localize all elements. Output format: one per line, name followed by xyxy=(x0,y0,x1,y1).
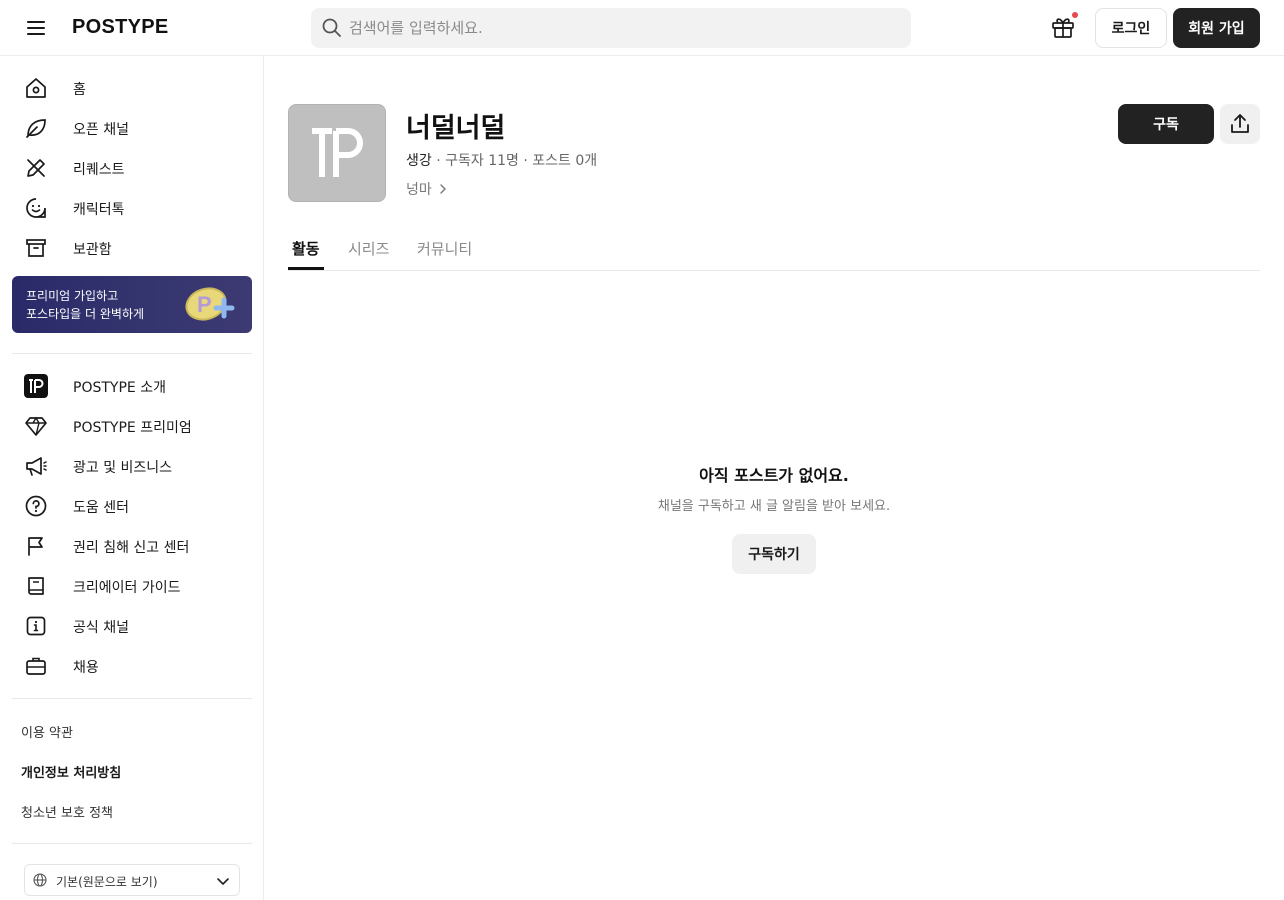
sidebar-item-open-channel[interactable]: 오픈 채널 xyxy=(12,108,252,148)
tabs-divider xyxy=(288,270,1260,271)
empty-subscribe-button[interactable]: 구독하기 xyxy=(732,534,816,574)
sidebar-item-label: 권리 침해 신고 센터 xyxy=(73,540,190,556)
channel-title: 너덜너덜 xyxy=(406,113,506,144)
sidebar-item-label: 보관함 xyxy=(73,242,112,258)
briefcase-icon xyxy=(26,657,46,675)
search-icon xyxy=(322,18,341,37)
sidebar-item-label: 채용 xyxy=(73,660,99,676)
sidebar-item-label: 크리에이터 가이드 xyxy=(73,580,181,596)
chevron-right-icon xyxy=(440,184,446,194)
empty-state-subtitle: 채널을 구독하고 새 글 알림을 받아 보세요. xyxy=(657,499,891,514)
notification-dot xyxy=(1072,12,1078,18)
premium-promo-banner[interactable]: 프리미엄 가입하고 포스타입을 더 완벽하게 P xyxy=(12,276,252,333)
sidebar-item-character-talk[interactable]: 캐릭터톡 xyxy=(12,188,252,228)
leaf-icon xyxy=(26,119,46,138)
channel-avatar xyxy=(288,104,386,202)
sidebar-item-label: 오픈 채널 xyxy=(73,122,129,138)
sidebar-item-label: 광고 및 비즈니스 xyxy=(73,460,173,476)
empty-state-title: 아직 포스트가 없어요. xyxy=(699,466,849,485)
sidebar-item-request[interactable]: 리퀘스트 xyxy=(12,148,252,188)
premium-coin-icon: P xyxy=(185,287,235,321)
postype-logo-icon xyxy=(24,374,48,398)
tab-community[interactable]: 커뮤니티 xyxy=(417,238,472,259)
sidebar-item-about[interactable]: POSTYPE 소개 xyxy=(12,366,252,406)
sidebar-item-label: 홈 xyxy=(73,82,86,98)
search-bar[interactable] xyxy=(311,8,911,48)
share-button[interactable] xyxy=(1220,104,1260,144)
pencil-ruler-icon xyxy=(27,159,45,177)
search-input[interactable] xyxy=(349,8,899,48)
diamond-icon xyxy=(25,416,47,436)
sidebar-item-label: 리퀘스트 xyxy=(73,162,125,178)
sidebar-item-creator-guide[interactable]: 크리에이터 가이드 xyxy=(12,566,252,606)
megaphone-icon xyxy=(26,457,47,476)
sidebar-item-help[interactable]: 도움 센터 xyxy=(12,486,252,526)
sidebar-item-label: 도움 센터 xyxy=(73,500,129,516)
share-upload-icon xyxy=(1231,114,1249,133)
sidebar-item-archive[interactable]: 보관함 xyxy=(12,228,252,268)
top-header: POSTYPE 로그인 회원 가입 xyxy=(0,0,1284,56)
sidebar-item-report[interactable]: 권리 침해 신고 센터 xyxy=(12,526,252,566)
channel-stats: · 구독자 11명 · 포스트 0개 xyxy=(431,153,598,169)
subscribe-button[interactable]: 구독 xyxy=(1118,104,1214,144)
language-select-value: 기본(원문으로 보기) xyxy=(56,875,158,889)
sidebar-item-ads[interactable]: 광고 및 비즈니스 xyxy=(12,446,252,486)
hamburger-menu-icon[interactable] xyxy=(24,16,48,40)
tab-activity[interactable]: 활동 xyxy=(292,238,320,259)
sidebar-divider xyxy=(12,698,252,699)
sidebar-item-premium[interactable]: POSTYPE 프리미엄 xyxy=(12,406,252,446)
sidebar-item-label: 공식 채널 xyxy=(73,620,129,636)
postype-logo[interactable]: POSTYPE xyxy=(72,16,169,39)
sidebar-item-label: POSTYPE 프리미엄 xyxy=(73,420,192,436)
channel-meta: 생강 · 구독자 11명 · 포스트 0개 xyxy=(406,150,597,170)
book-icon xyxy=(28,577,44,595)
smile-chat-icon xyxy=(26,198,46,218)
channel-link-label: 넝마 xyxy=(406,182,432,198)
sidebar-item-label: POSTYPE 소개 xyxy=(73,380,166,396)
channel-link[interactable]: 넝마 xyxy=(406,179,450,199)
sidebar-divider xyxy=(12,353,252,354)
signup-button[interactable]: 회원 가입 xyxy=(1173,8,1260,48)
sidebar-item-careers[interactable]: 채용 xyxy=(12,646,252,686)
tab-series[interactable]: 시리즈 xyxy=(348,238,389,259)
info-square-icon xyxy=(26,616,46,636)
postype-logo-icon xyxy=(312,128,363,177)
terms-link[interactable]: 이용 약관 xyxy=(21,722,73,741)
flag-icon xyxy=(28,537,43,556)
sidebar-item-home[interactable]: 홈 xyxy=(12,68,252,108)
sidebar-item-official-channel[interactable]: 공식 채널 xyxy=(12,606,252,646)
home-icon xyxy=(26,78,46,98)
svg-text:P: P xyxy=(197,292,212,317)
channel-owner[interactable]: 생강 xyxy=(406,153,432,169)
sidebar-divider xyxy=(12,843,252,844)
sidebar: 홈 오픈 채널 리퀘스트 캐릭터톡 보관함 프리미엄 가입하고 포스타입을 더 … xyxy=(0,56,264,900)
sidebar-item-label: 캐릭터톡 xyxy=(73,202,125,218)
promo-line-2: 포스타입을 더 완벽하게 xyxy=(26,307,145,321)
promo-line-1: 프리미엄 가입하고 xyxy=(26,289,119,303)
chevron-down-icon xyxy=(217,878,229,885)
login-button[interactable]: 로그인 xyxy=(1095,8,1167,48)
youth-protection-link[interactable]: 청소년 보호 정책 xyxy=(21,802,113,821)
privacy-policy-link[interactable]: 개인정보 처리방침 xyxy=(21,762,121,781)
archive-box-icon xyxy=(26,239,46,257)
gift-icon[interactable] xyxy=(1050,12,1078,42)
language-select[interactable]: 기본(원문으로 보기) xyxy=(24,864,240,896)
globe-icon xyxy=(33,873,47,887)
question-circle-icon xyxy=(25,495,47,517)
